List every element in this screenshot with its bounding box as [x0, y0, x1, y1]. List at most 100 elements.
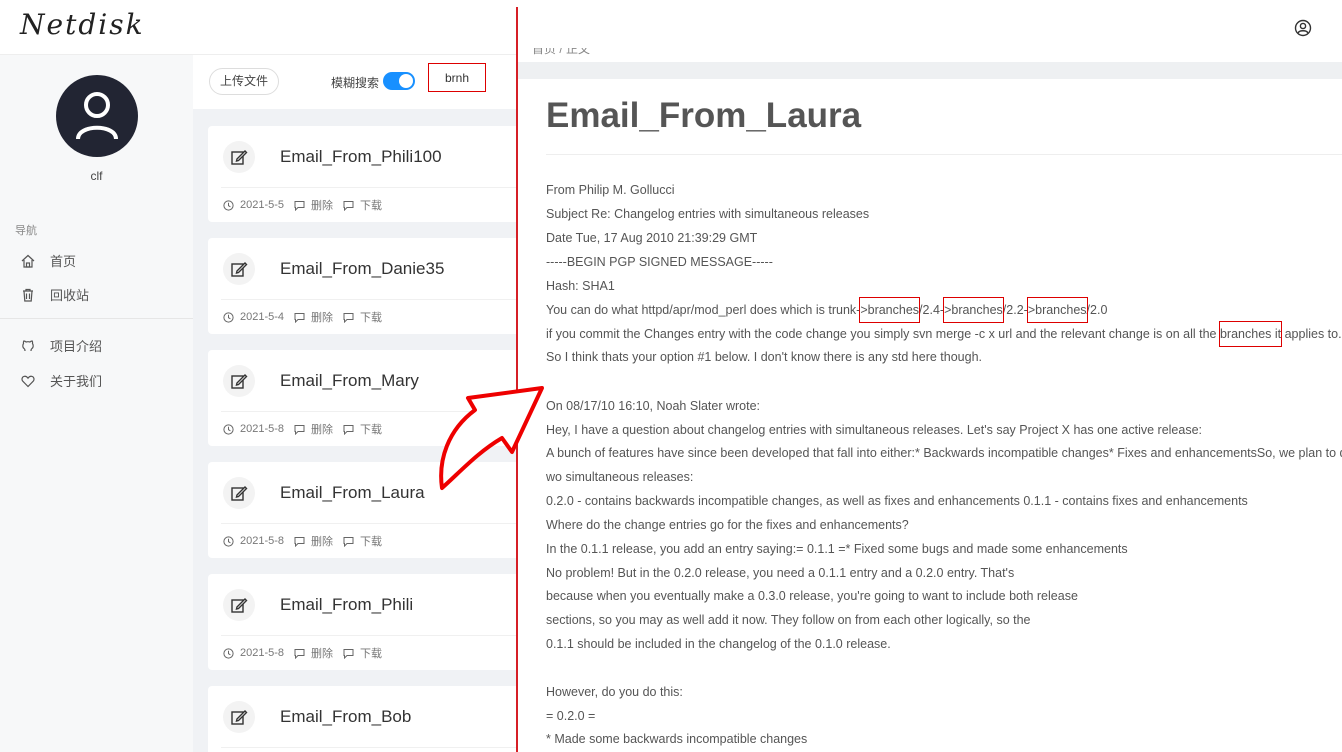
email-date-line: Date Tue, 17 Aug 2010 21:39:29 GMT — [546, 231, 758, 245]
comment-icon — [343, 648, 354, 659]
body-line: No problem! But in the 0.2.0 release, yo… — [546, 566, 1015, 580]
user-account-icon[interactable] — [1294, 19, 1312, 37]
file-meta: 2021-5-8 删除 下载 — [223, 421, 392, 437]
file-card[interactable]: Email_From_Danie35 2021-5-4 删除 下载 — [208, 238, 518, 334]
search-highlight: >branches — [943, 297, 1004, 323]
card-separator — [221, 635, 518, 636]
body-line: = 0.2.0 = — [546, 709, 596, 723]
file-title[interactable]: Email_From_Phili — [280, 595, 413, 615]
search-highlight: >branches — [859, 297, 921, 323]
body-line: 0.2.0 - contains backwards incompatible … — [546, 494, 1248, 508]
comment-icon — [294, 536, 305, 547]
file-title[interactable]: Email_From_Mary — [280, 371, 419, 391]
download-button[interactable]: 下载 — [343, 533, 382, 549]
body-line: However, do you do this: — [546, 685, 683, 699]
body-line: Hey, I have a question about changelog e… — [546, 423, 1203, 437]
trunk-line: You can do what httpd/apr/mod_perl does … — [546, 297, 1107, 323]
file-date: 2021-5-5 — [223, 199, 284, 211]
body-line: On 08/17/10 16:10, Noah Slater wrote: — [546, 399, 761, 413]
body-line: Hash: SHA1 — [546, 279, 615, 293]
nav-divider — [0, 318, 193, 319]
sidebar-item-home[interactable]: 首页 — [21, 251, 76, 270]
comment-icon — [294, 312, 305, 323]
sidebar-item-project[interactable]: 项目介绍 — [21, 336, 102, 355]
sidebar-item-label: 首页 — [50, 254, 77, 269]
file-meta: 2021-5-4 删除 下载 — [223, 309, 392, 325]
breadcrumb: 首页 / 正文 — [532, 48, 591, 56]
clock-icon — [223, 199, 234, 211]
download-button[interactable]: 下载 — [343, 645, 382, 661]
search-input[interactable]: brnh — [428, 63, 486, 92]
body-line: Where do the change entries go for the f… — [546, 518, 909, 532]
comment-icon — [294, 424, 305, 435]
file-title[interactable]: Email_From_Bob — [280, 707, 411, 727]
fuzzy-search-toggle[interactable] — [383, 72, 415, 90]
sidebar-item-label: 回收站 — [50, 288, 90, 303]
comment-icon — [343, 312, 354, 323]
file-title[interactable]: Email_From_Laura — [280, 483, 425, 503]
sidebar-item-label: 关于我们 — [50, 374, 103, 389]
delete-button[interactable]: 删除 — [294, 421, 333, 437]
github-icon — [22, 339, 34, 351]
edit-icon[interactable] — [223, 253, 255, 285]
file-card[interactable]: Email_From_Phili100 2021-5-5 删除 下载 — [208, 126, 518, 222]
card-separator — [221, 523, 518, 524]
annotation-arrow-icon — [439, 386, 544, 490]
commit-line: if you commit the Changes entry with the… — [546, 321, 1342, 347]
file-date: 2021-5-8 — [223, 423, 284, 435]
download-button[interactable]: 下载 — [343, 197, 382, 213]
search-highlight: >branches — [1026, 297, 1088, 323]
body-line: So I think thats your option #1 below. I… — [546, 350, 982, 364]
file-meta: 2021-5-5 删除 下载 — [223, 197, 392, 213]
delete-button[interactable]: 删除 — [294, 645, 333, 661]
edit-icon[interactable] — [223, 365, 255, 397]
comment-icon — [343, 424, 354, 435]
body-line: A bunch of features have since been deve… — [546, 446, 1342, 460]
comment-icon — [343, 200, 354, 211]
edit-icon[interactable] — [223, 589, 255, 621]
download-button[interactable]: 下载 — [343, 309, 382, 325]
email-subject-line: Subject Re: Changelog entries with simul… — [546, 207, 870, 221]
home-icon — [21, 254, 35, 268]
card-separator — [221, 187, 518, 188]
email-from-line: From Philip M. Gollucci — [546, 183, 675, 197]
sidebar-item-about[interactable]: 关于我们 — [21, 371, 102, 390]
body-line: sections, so you may as well add it now.… — [546, 613, 1031, 627]
file-meta: 2021-5-8 删除 下载 — [223, 533, 392, 549]
app-logo[interactable]: Netdisk — [20, 8, 145, 41]
upload-button[interactable]: 上传文件 — [209, 68, 279, 95]
header-band — [518, 62, 1342, 79]
clock-icon — [223, 647, 234, 659]
file-card[interactable]: Email_From_Phili 2021-5-8 删除 下载 — [208, 574, 518, 670]
body-line: wo simultaneous releases: — [546, 470, 694, 484]
comment-icon — [294, 648, 305, 659]
file-title[interactable]: Email_From_Danie35 — [280, 259, 444, 279]
file-toolbar: 上传文件 模糊搜索 brnh — [193, 55, 518, 109]
document-header — [518, 0, 1342, 54]
card-separator — [221, 299, 518, 300]
body-line: -----BEGIN PGP SIGNED MESSAGE----- — [546, 255, 773, 269]
edit-icon[interactable] — [223, 141, 255, 173]
body-line: In the 0.1.1 release, you add an entry s… — [546, 542, 1128, 556]
avatar[interactable] — [56, 75, 138, 157]
document-title: Email_From_Laura — [546, 96, 862, 135]
edit-icon[interactable] — [223, 477, 255, 509]
download-button[interactable]: 下载 — [343, 421, 382, 437]
comment-icon — [343, 536, 354, 547]
clock-icon — [223, 423, 234, 435]
delete-button[interactable]: 删除 — [294, 533, 333, 549]
file-date: 2021-5-8 — [223, 535, 284, 547]
sidebar-item-recycle-bin[interactable]: 回收站 — [21, 285, 89, 304]
delete-button[interactable]: 删除 — [294, 197, 333, 213]
clock-icon — [223, 311, 234, 323]
delete-button[interactable]: 删除 — [294, 309, 333, 325]
file-title[interactable]: Email_From_Phili100 — [280, 147, 442, 167]
file-date: 2021-5-4 — [223, 311, 284, 323]
card-separator — [221, 747, 518, 748]
file-date: 2021-5-8 — [223, 647, 284, 659]
body-line: because when you eventually make a 0.3.0… — [546, 589, 1078, 603]
document-panel: 首页 / 正文 Email_From_Laura From Philip M. … — [518, 0, 1342, 752]
sidebar: clf 导航 首页 回收站 项目介绍 关于我们 — [0, 55, 193, 752]
edit-icon[interactable] — [223, 701, 255, 733]
file-card[interactable]: Email_From_Bob — [208, 686, 518, 752]
